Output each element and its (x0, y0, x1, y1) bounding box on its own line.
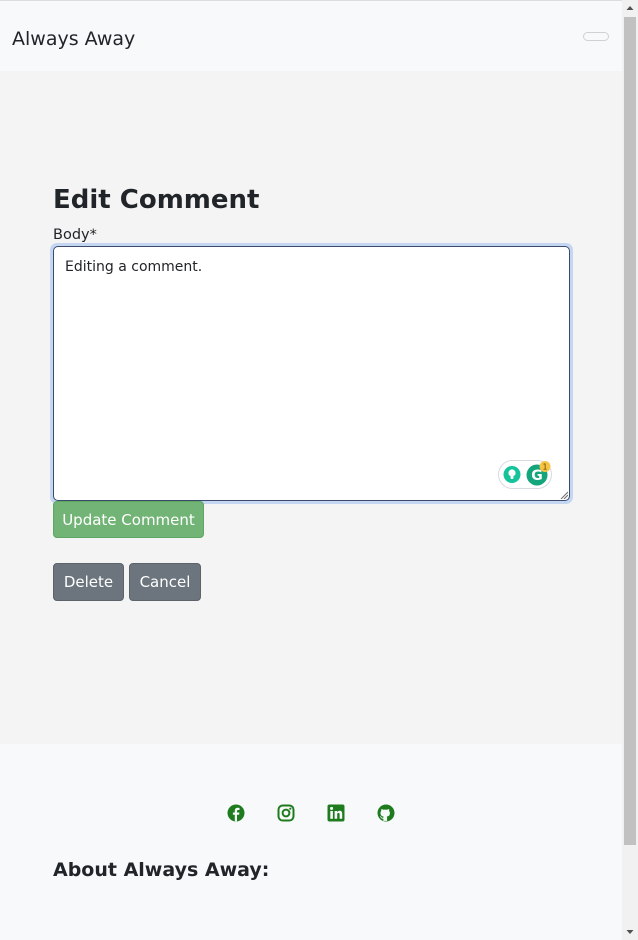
navbar-toggler-button[interactable] (583, 32, 609, 41)
viewport: Always Away Edit Comment Body* Editing a… (0, 0, 622, 940)
page: Always Away Edit Comment Body* Editing a… (0, 0, 638, 940)
brand-link[interactable]: Always Away (12, 27, 135, 51)
resize-grip-icon[interactable] (560, 491, 568, 499)
scroll-up-arrow-icon[interactable] (622, 0, 638, 16)
footer: About Always Away: (0, 744, 622, 940)
grammarly-widget[interactable]: G 1 (498, 460, 552, 489)
cancel-button[interactable]: Cancel (129, 563, 201, 601)
delete-button[interactable]: Delete (53, 563, 124, 601)
body-label: Body* (53, 227, 97, 243)
body-field-focus-ring: Editing a comment. (50, 243, 573, 504)
navbar: Always Away (0, 0, 622, 71)
linkedin-icon[interactable] (327, 804, 345, 822)
github-icon[interactable] (377, 804, 395, 822)
grammarly-badge: 1 (539, 461, 551, 472)
instagram-icon[interactable] (277, 804, 295, 822)
svg-text:G: G (531, 468, 543, 484)
grammarly-bulb-icon[interactable] (503, 466, 521, 483)
body-textarea[interactable]: Editing a comment. (53, 246, 570, 501)
scrollbar-thumb[interactable] (624, 17, 636, 845)
about-heading: About Always Away: (53, 859, 270, 881)
scroll-down-arrow-icon[interactable] (622, 924, 638, 940)
facebook-icon[interactable] (227, 804, 245, 822)
update-comment-button[interactable]: Update Comment (53, 501, 204, 538)
page-title: Edit Comment (53, 185, 260, 215)
grammarly-badge-count: 1 (543, 462, 548, 471)
main-content: Edit Comment Body* Editing a comment. Up… (0, 71, 622, 744)
scrollbar[interactable] (622, 0, 638, 940)
